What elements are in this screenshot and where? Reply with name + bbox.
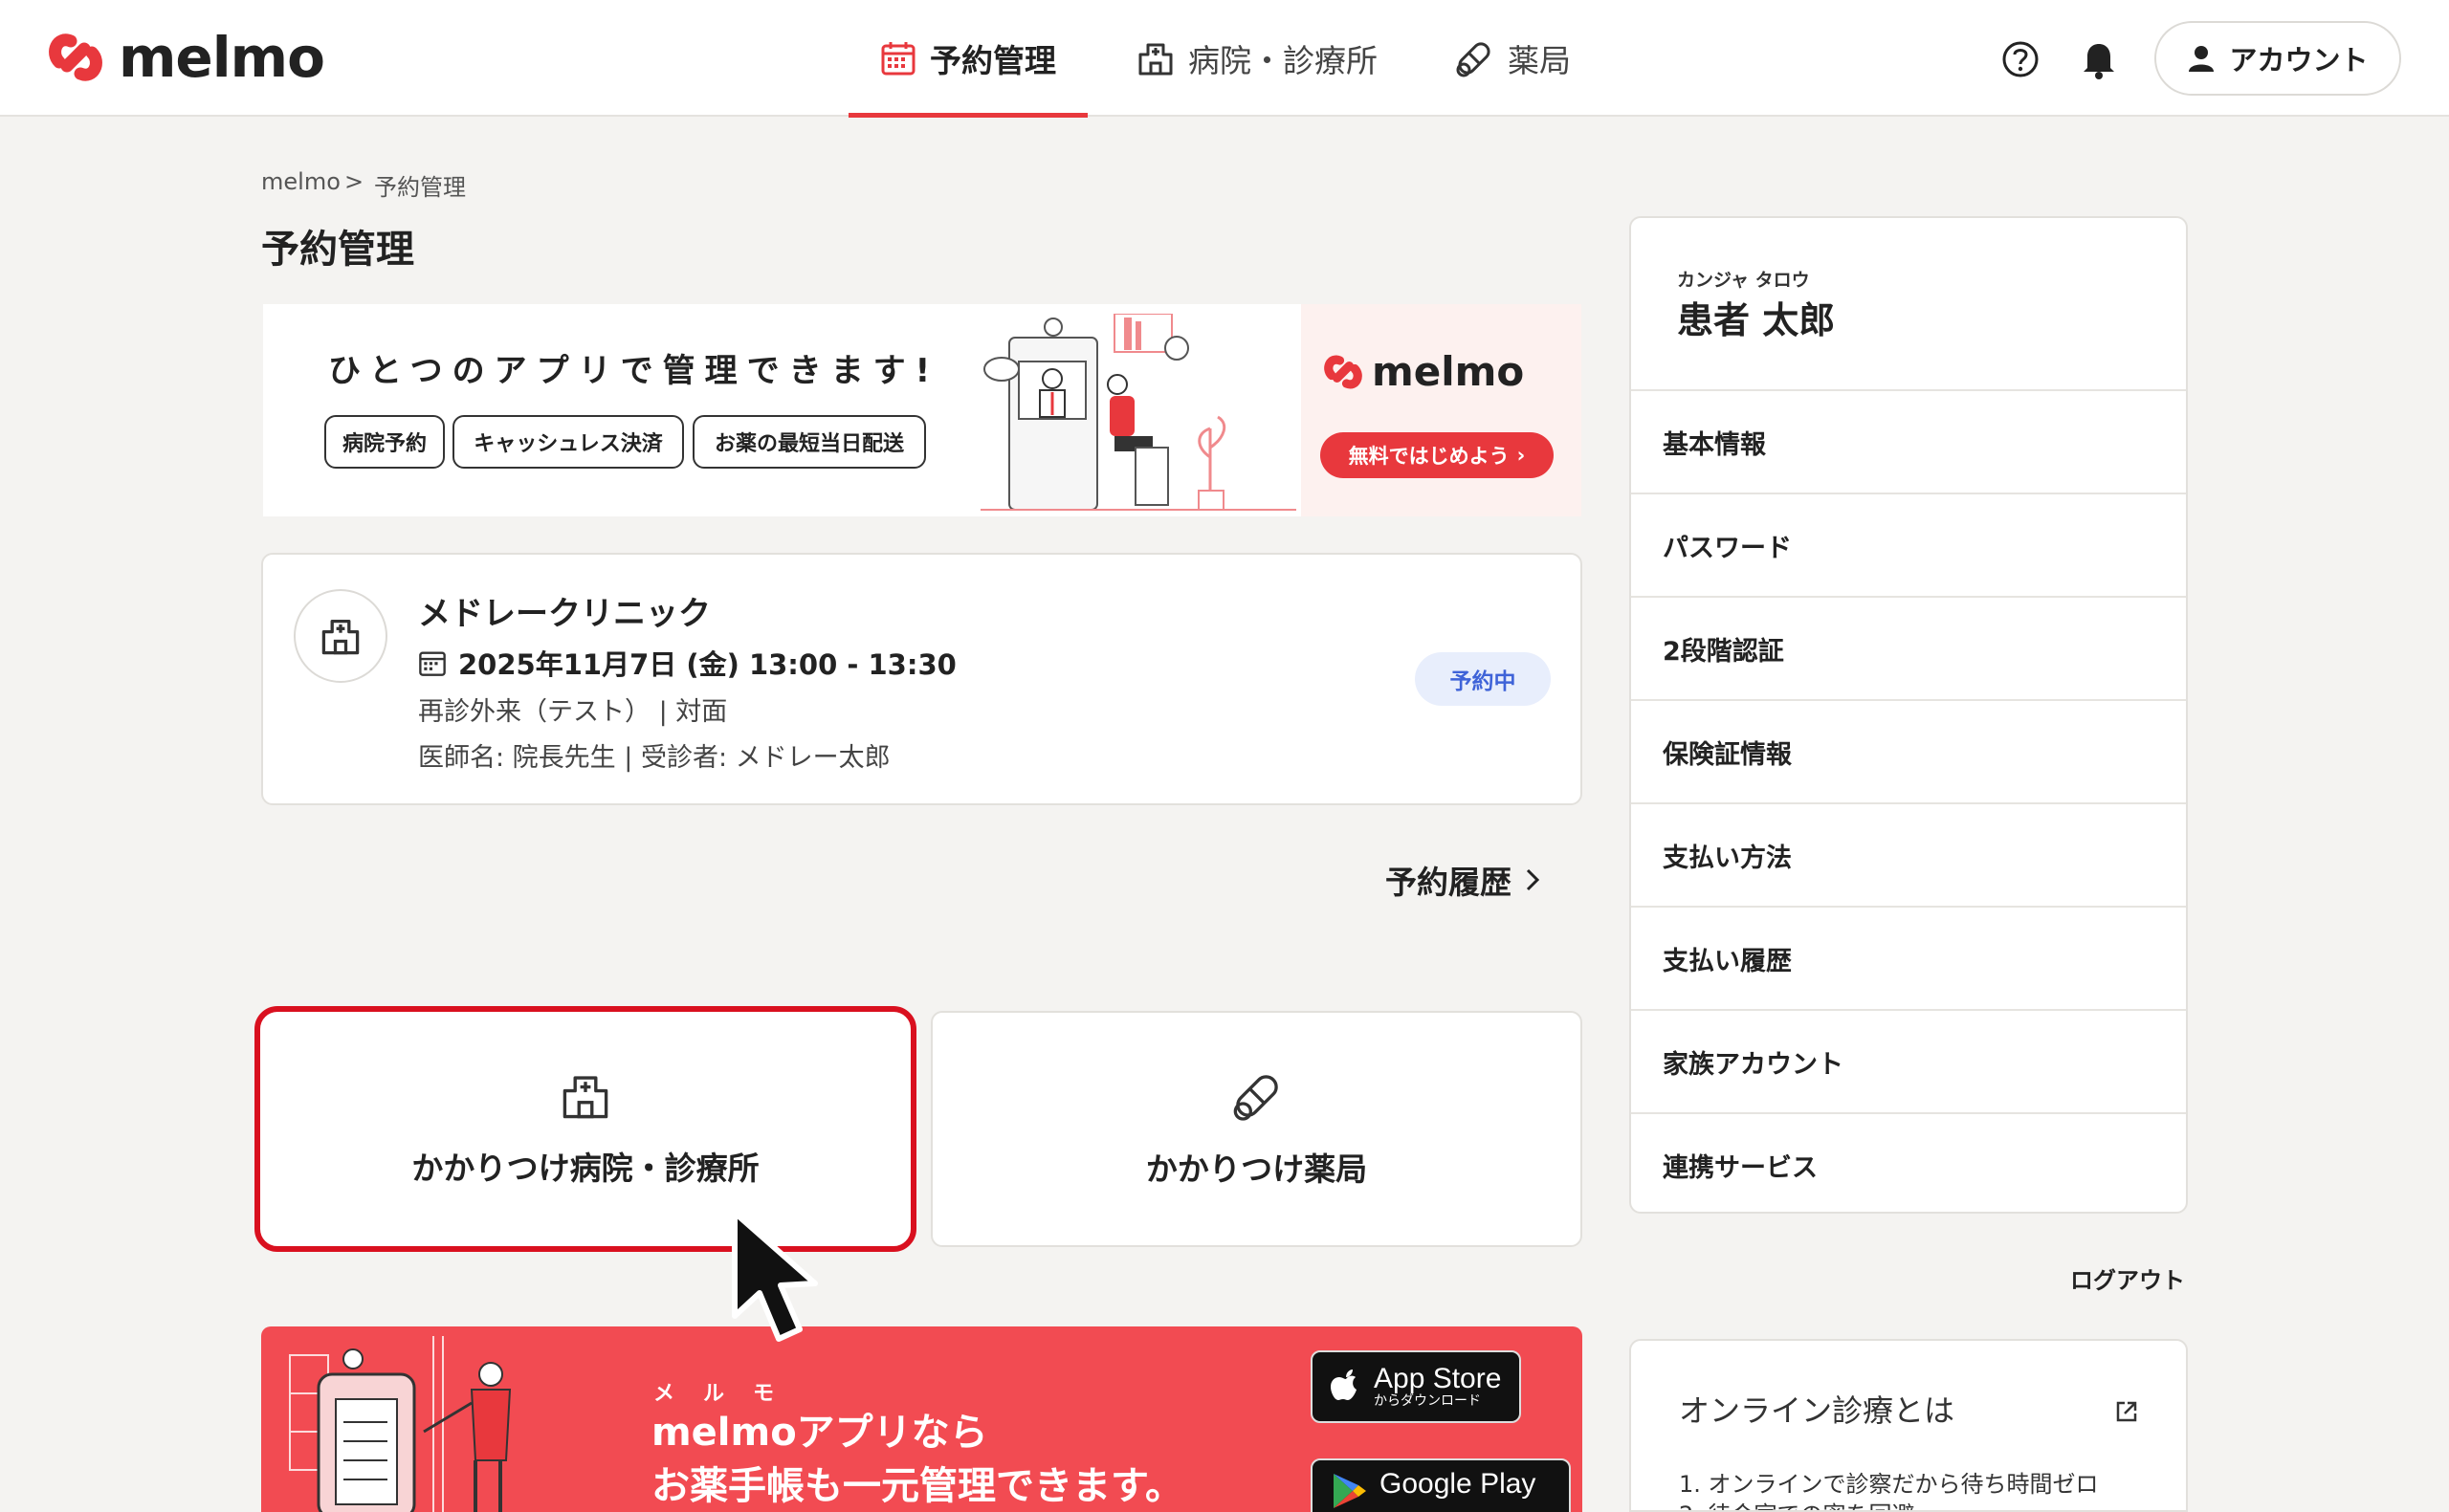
online-consultation-card[interactable]: オンライン診療とは 1. オンラインで診察だから待ち時間ゼロ 2. 待合室での密… — [1629, 1339, 2188, 1512]
banner-cta-area[interactable]: melmo 無料ではじめよう › — [1301, 304, 1581, 516]
profile-sidebar: カンジャ タロウ 患者 太郎 基本情報 パスワード 2段階認証 保険証情報 支払… — [1629, 216, 2188, 1214]
online-point: 2. 待合室での密を回避 — [1679, 1496, 1915, 1510]
banner-logo: melmo — [1322, 348, 1524, 395]
banner-tagline: ひとつのアプリで管理できます! — [328, 352, 940, 390]
external-link-icon[interactable] — [2113, 1398, 2140, 1425]
chevron-right-icon: › — [1516, 444, 1526, 467]
nav-label: 薬局 — [1508, 42, 1571, 79]
menu-family-account[interactable]: 家族アカウント — [1631, 1009, 2186, 1112]
app-download-banner[interactable]: メルモ melmoアプリなら お薬手帳も一元管理できます。 App Store … — [261, 1326, 1582, 1512]
app-headline-1: melmoアプリなら — [651, 1411, 988, 1455]
nav-hospitals[interactable]: 病院・診療所 — [1136, 0, 1378, 117]
start-free-button[interactable]: 無料ではじめよう › — [1320, 432, 1554, 478]
status-badge: 予約中 — [1415, 652, 1551, 706]
reservation-datetime: 2025年11月7日 (金) 13:00 - 13:30 — [418, 643, 957, 683]
breadcrumb-separator: > — [344, 168, 364, 195]
top-header: melmo 予約管理 病院・診療所 薬局 アカウント — [0, 0, 2449, 118]
app-store-text: App Store からダウンロード — [1374, 1362, 1502, 1410]
nav-pharmacies[interactable]: 薬局 — [1454, 0, 1571, 117]
banner-logo-text: melmo — [1372, 348, 1525, 395]
app-headline-2: お薬手帳も一元管理できます。 — [651, 1464, 1183, 1508]
active-tab-indicator — [849, 113, 1088, 118]
calendar-icon — [419, 651, 446, 676]
hospital-icon — [321, 619, 360, 655]
hospital-icon — [563, 1075, 608, 1118]
google-play-button[interactable]: Google Play — [1311, 1458, 1571, 1512]
calendar-icon — [881, 42, 916, 76]
reservation-card[interactable]: メドレークリニック 2025年11月7日 (金) 13:00 - 13:30 再… — [261, 553, 1582, 805]
app-illustration — [289, 1336, 512, 1512]
hospital-icon — [1138, 43, 1173, 76]
history-label: 予約履歴 — [1385, 864, 1511, 901]
app-store-sub: からダウンロード — [1374, 1392, 1481, 1409]
feature-pill: 病院予約 — [324, 415, 445, 469]
help-icon[interactable] — [1997, 36, 2043, 82]
account-button[interactable]: アカウント — [2154, 21, 2401, 96]
menu-payment-method[interactable]: 支払い方法 — [1631, 802, 2186, 906]
tile-label: かかりつけ薬局 — [1145, 1150, 1368, 1188]
google-play-label: Google Play — [1379, 1468, 1536, 1500]
apple-icon — [1331, 1370, 1357, 1400]
visit-type: 再診外来（テスト） | 対面 — [418, 697, 728, 727]
google-play-icon — [1334, 1474, 1366, 1508]
feature-pill: お薬の最短当日配送 — [693, 415, 926, 469]
breadcrumb-home[interactable]: melmo — [261, 168, 341, 195]
online-point: 1. オンラインで診察だから待ち時間ゼロ — [1679, 1471, 2099, 1498]
menu-two-factor[interactable]: 2段階認証 — [1631, 596, 2186, 699]
pill-icon — [1233, 1074, 1278, 1121]
online-title: オンライン診療とは — [1679, 1392, 1955, 1429]
app-store-label: App Store — [1374, 1362, 1502, 1394]
account-label: アカウント — [2229, 44, 2369, 77]
app-store-button[interactable]: App Store からダウンロード — [1311, 1350, 1521, 1423]
mouse-cursor-icon — [732, 1210, 818, 1342]
breadcrumb-current: 予約管理 — [374, 174, 466, 201]
consultation-illustration — [981, 314, 1296, 511]
nav-label: 病院・診療所 — [1188, 42, 1378, 79]
tile-label: かかりつけ病院・診療所 — [411, 1149, 760, 1187]
family-pharmacy-tile[interactable]: かかりつけ薬局 — [931, 1011, 1582, 1247]
melmo-logo-mark — [49, 33, 102, 81]
promo-banner[interactable]: ひとつのアプリで管理できます! 病院予約 キャッシュレス決済 お薬の最短当日配送 — [263, 304, 1581, 516]
feature-pill: キャッシュレス決済 — [452, 415, 684, 469]
patient-kana: カンジャ タロウ — [1677, 270, 1810, 291]
menu-basic-info[interactable]: 基本情報 — [1631, 389, 2186, 493]
melmo-logo[interactable]: melmo — [46, 25, 325, 90]
patient-name: 患者 太郎 — [1677, 299, 1836, 341]
chevron-right-icon — [1526, 868, 1540, 891]
logout-link[interactable]: ログアウト — [2070, 1261, 2185, 1295]
nav-reservations[interactable]: 予約管理 — [849, 0, 1088, 118]
clinic-name: メドレークリニック — [418, 595, 711, 633]
melmo-logo-mark — [1324, 355, 1362, 388]
pill-icon — [1456, 42, 1490, 77]
page-title: 予約管理 — [261, 228, 414, 272]
reservation-history-link[interactable]: 予約履歴 — [1385, 857, 1542, 903]
menu-payment-history[interactable]: 支払い履歴 — [1631, 906, 2186, 1009]
datetime-text: 2025年11月7日 (金) 13:00 - 13:30 — [458, 648, 957, 681]
nav-label: 予約管理 — [930, 42, 1056, 79]
menu-linked-services[interactable]: 連携サービス — [1631, 1112, 2186, 1212]
clinic-avatar — [294, 589, 387, 683]
user-icon — [2189, 46, 2215, 72]
bell-icon[interactable] — [2076, 36, 2122, 82]
logo-text: melmo — [119, 25, 325, 90]
start-free-label: 無料ではじめよう — [1348, 445, 1510, 468]
menu-insurance[interactable]: 保険証情報 — [1631, 699, 2186, 802]
menu-password[interactable]: パスワード — [1631, 493, 2186, 596]
doctor-patient: 医師名: 院長先生 | 受診者: メドレー太郎 — [418, 743, 891, 773]
